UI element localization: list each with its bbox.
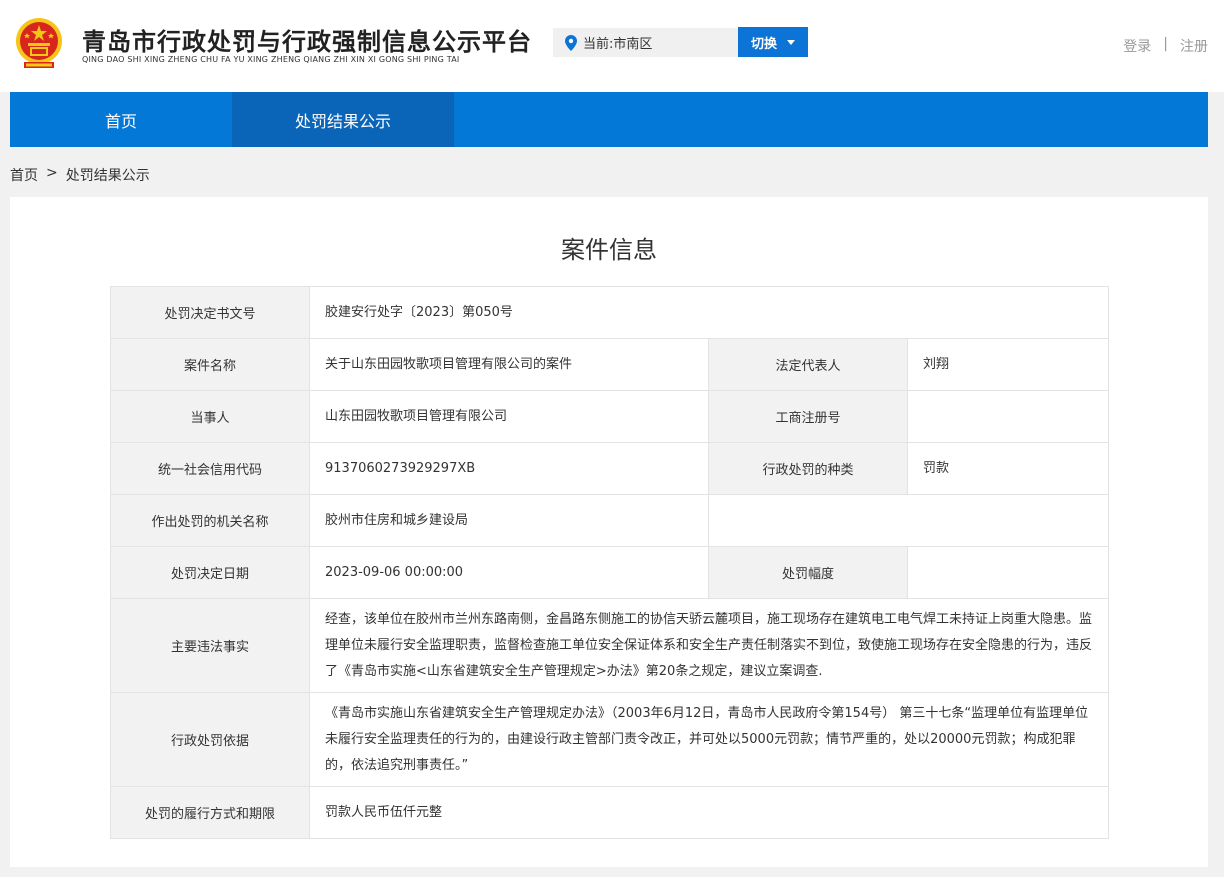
- auth-links: 登录 | 注册: [1123, 36, 1208, 56]
- doc-no-label: 处罚决定书文号: [110, 286, 310, 339]
- reg-no-label: 工商注册号: [708, 390, 908, 443]
- case-name-label: 案件名称: [110, 338, 310, 391]
- caret-down-icon: [787, 39, 795, 45]
- main-nav: 首页 处罚结果公示: [10, 92, 1208, 147]
- legal-rep-value: 刘翔: [907, 338, 1109, 391]
- facts-value: 经查，该单位在胶州市兰州东路南侧，金昌路东侧施工的协信天骄云麓项目，施工现场存在…: [309, 598, 1109, 693]
- penalty-type-value: 罚款: [907, 442, 1109, 495]
- facts-label: 主要违法事实: [110, 598, 310, 693]
- site-title: 青岛市行政处罚与行政强制信息公示平台: [82, 28, 532, 56]
- decision-date-value: 2023-09-06 00:00:00: [309, 546, 709, 599]
- authority-value: 胶州市住房和城乡建设局: [309, 494, 709, 547]
- login-link[interactable]: 登录: [1123, 36, 1151, 56]
- current-location: 当前:市南区: [553, 28, 738, 57]
- register-link[interactable]: 注册: [1180, 36, 1208, 56]
- party-label: 当事人: [110, 390, 310, 443]
- table-row: 作出处罚的机关名称 胶州市住房和城乡建设局: [110, 494, 1109, 547]
- table-row: 行政处罚依据 《青岛市实施山东省建筑安全生产管理规定办法》（2003年6月12日…: [110, 692, 1109, 787]
- penalty-range-value: [907, 546, 1109, 599]
- site-subtitle: QING DAO SHI XING ZHENG CHU FA YU XING Z…: [82, 55, 460, 64]
- penalty-range-label: 处罚幅度: [708, 546, 908, 599]
- location-pin-icon: [565, 34, 577, 51]
- performance-value: 罚款人民币伍仟元整: [309, 786, 1109, 839]
- table-row: 案件名称 关于山东田园牧歌项目管理有限公司的案件 法定代表人 刘翔: [110, 338, 1109, 391]
- breadcrumb: 首页 > 处罚结果公示: [10, 165, 150, 185]
- case-name-value: 关于山东田园牧歌项目管理有限公司的案件: [309, 338, 709, 391]
- authority-label: 作出处罚的机关名称: [110, 494, 310, 547]
- table-row: 处罚决定书文号 胶建安行处字〔2023〕第050号: [110, 286, 1109, 339]
- nav-item-penalty-results[interactable]: 处罚结果公示: [232, 92, 454, 147]
- table-row: 统一社会信用代码 9137060273929297XB 行政处罚的种类 罚款: [110, 442, 1109, 495]
- basis-value: 《青岛市实施山东省建筑安全生产管理规定办法》（2003年6月12日，青岛市人民政…: [309, 692, 1109, 787]
- credit-code-label: 统一社会信用代码: [110, 442, 310, 495]
- performance-label: 处罚的履行方式和期限: [110, 786, 310, 839]
- credit-code-value: 9137060273929297XB: [309, 442, 709, 495]
- decision-date-label: 处罚决定日期: [110, 546, 310, 599]
- nav-item-home[interactable]: 首页: [10, 92, 232, 147]
- page-title: 案件信息: [561, 236, 657, 264]
- breadcrumb-separator: >: [46, 165, 58, 181]
- empty-cell: [708, 494, 1109, 547]
- breadcrumb-home[interactable]: 首页: [10, 165, 38, 185]
- breadcrumb-current: 处罚结果公示: [65, 168, 150, 184]
- case-panel: 案件信息 处罚决定书文号 胶建安行处字〔2023〕第050号 案件名称 关于山东…: [10, 197, 1208, 867]
- reg-no-value: [907, 390, 1109, 443]
- legal-rep-label: 法定代表人: [708, 338, 908, 391]
- table-row: 主要违法事实 经查，该单位在胶州市兰州东路南侧，金昌路东侧施工的协信天骄云麓项目…: [110, 598, 1109, 693]
- location-label: 当前:市南区: [583, 37, 653, 52]
- site-header: 青岛市行政处罚与行政强制信息公示平台 QING DAO SHI XING ZHE…: [0, 0, 1224, 92]
- switch-label: 切换: [750, 36, 777, 52]
- table-row: 处罚的履行方式和期限 罚款人民币伍仟元整: [110, 786, 1109, 839]
- case-info-table: 处罚决定书文号 胶建安行处字〔2023〕第050号 案件名称 关于山东田园牧歌项…: [110, 286, 1109, 839]
- penalty-type-label: 行政处罚的种类: [708, 442, 908, 495]
- switch-region-button[interactable]: 切换: [738, 27, 808, 57]
- basis-label: 行政处罚依据: [110, 692, 310, 787]
- table-row: 当事人 山东田园牧歌项目管理有限公司 工商注册号: [110, 390, 1109, 443]
- national-emblem-icon: [16, 18, 62, 68]
- auth-separator: |: [1163, 36, 1168, 52]
- party-value: 山东田园牧歌项目管理有限公司: [309, 390, 709, 443]
- table-row: 处罚决定日期 2023-09-06 00:00:00 处罚幅度: [110, 546, 1109, 599]
- doc-no-value: 胶建安行处字〔2023〕第050号: [309, 286, 1109, 339]
